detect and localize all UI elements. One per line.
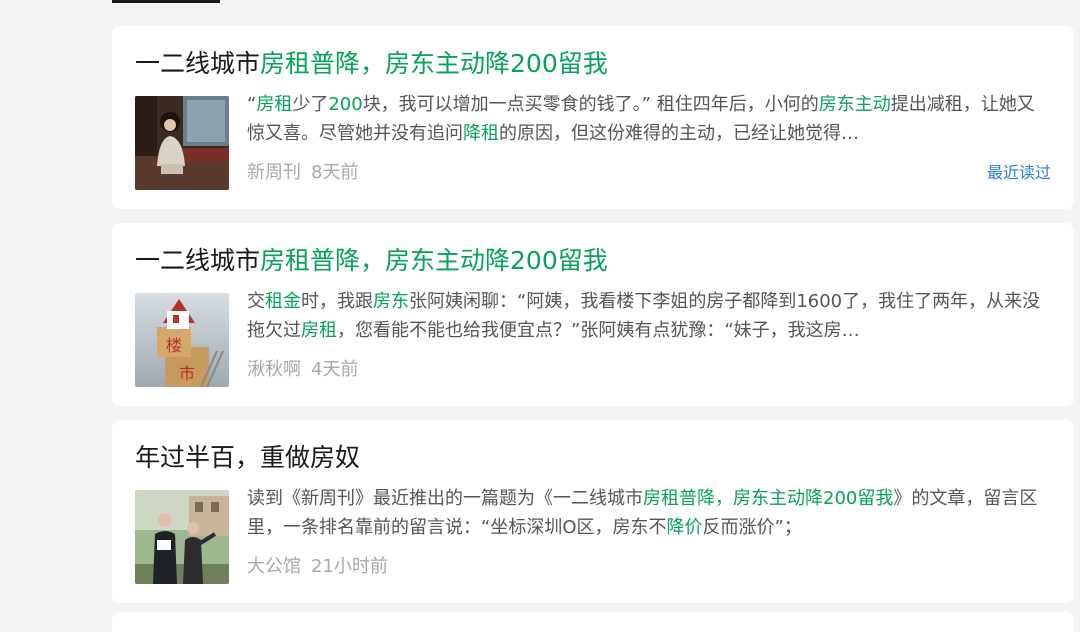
title-highlight: 房租普降，房东主动降200留我 <box>260 49 608 78</box>
recently-read-badge: 最近读过 <box>986 163 1051 182</box>
article-card[interactable]: 一二线城市房租普降，房东主动降200留我 “房租少了200块，我可以增加一点买零… <box>112 26 1074 209</box>
article-card[interactable]: 一二线城市房租普降，房东主动降200留我 楼 市 交租金时，我跟房东张阿姨闲聊：… <box>112 223 1074 406</box>
summary-segment: 的原因，但这份难得的主动，已经让她觉得… <box>499 123 859 144</box>
article-meta: 湫秋啊 4天前 <box>247 357 358 383</box>
thumbnail-text-shi: 市 <box>179 364 195 383</box>
summary-segment: 反而涨价”； <box>702 517 802 538</box>
title-segment: 年过半百，重做房奴 <box>135 443 361 472</box>
summary-segment: O <box>562 517 577 538</box>
next-article-card-peek[interactable] <box>112 612 1074 632</box>
article-title[interactable]: 年过半百，重做房奴 <box>135 440 360 476</box>
summary-highlight: 租金 <box>265 291 301 312</box>
article-thumbnail[interactable] <box>135 490 229 584</box>
summary-segment: 区，房东不 <box>576 517 667 538</box>
summary-highlight: 200 <box>328 94 363 115</box>
active-tab-indicator <box>112 0 220 3</box>
article-summary[interactable]: 读到《新周刊》最近推出的一篇题为《一二线城市房租普降，房东主动降200留我》的文… <box>247 484 1052 542</box>
article-thumbnail[interactable] <box>135 96 229 190</box>
article-meta: 新周刊 8天前 <box>247 160 358 186</box>
summary-highlight: 房租 <box>256 94 293 115</box>
summary-highlight: 房东主动 <box>818 94 891 115</box>
thumbnail-text-lou: 楼 <box>166 336 182 355</box>
woman-sitting-room-photo-icon <box>135 96 229 190</box>
title-segment: 一二线城市 <box>135 49 261 78</box>
summary-segment: 时，我跟 <box>301 291 373 312</box>
couple-real-estate-photo-icon <box>135 490 229 584</box>
article-source[interactable]: 新周刊 <box>247 162 301 183</box>
article-summary[interactable]: 交租金时，我跟房东张阿姨闲聊：“阿姨，我看楼下李姐的房子都降到1600了，我住了… <box>247 287 1052 345</box>
summary-highlight: 降价 <box>666 517 703 538</box>
article-time: 4天前 <box>311 359 359 380</box>
summary-segment: 交 <box>247 291 265 312</box>
title-highlight: 房租普降，房东主动降200留我 <box>260 246 608 275</box>
summary-segment: “ <box>247 94 257 115</box>
house-market-blocks-photo-icon: 楼 市 <box>135 293 229 387</box>
summary-highlight: 房租 <box>301 320 337 341</box>
summary-segment: 块，我可以增加一点买零食的钱了。” 租住四年后，小何的 <box>362 94 819 115</box>
title-segment: 一二线城市 <box>135 246 261 275</box>
article-source[interactable]: 大公馆 <box>247 556 301 577</box>
summary-highlight: 房东 <box>373 291 409 312</box>
article-thumbnail[interactable]: 楼 市 <box>135 293 229 387</box>
article-source[interactable]: 湫秋啊 <box>247 359 301 380</box>
article-title[interactable]: 一二线城市房租普降，房东主动降200留我 <box>135 243 608 279</box>
article-time: 21小时前 <box>311 556 388 577</box>
summary-segment: 少了 <box>292 94 329 115</box>
article-card[interactable]: 年过半百，重做房奴 读到《新周刊》最近推出的一篇题为《一二线城市房租普降，房东主… <box>112 420 1074 603</box>
article-meta: 大公馆 21小时前 <box>247 554 388 580</box>
summary-segment: ，您看能不能也给我便宜点？”张阿姨有点犹豫：“妹子，我这房… <box>337 320 860 341</box>
summary-highlight: 房租普降，房东主动降200留我 <box>643 488 894 509</box>
article-summary[interactable]: “房租少了200块，我可以增加一点买零食的钱了。” 租住四年后，小何的房东主动提… <box>247 90 1052 148</box>
summary-segment: 读到《新周刊》最近推出的一篇题为《一二线城市 <box>247 488 643 509</box>
article-feed: 一二线城市房租普降，房东主动降200留我 “房租少了200块，我可以增加一点买零… <box>112 26 1074 617</box>
article-time: 8天前 <box>311 162 359 183</box>
article-title[interactable]: 一二线城市房租普降，房东主动降200留我 <box>135 46 608 82</box>
summary-highlight: 降租 <box>463 123 499 144</box>
